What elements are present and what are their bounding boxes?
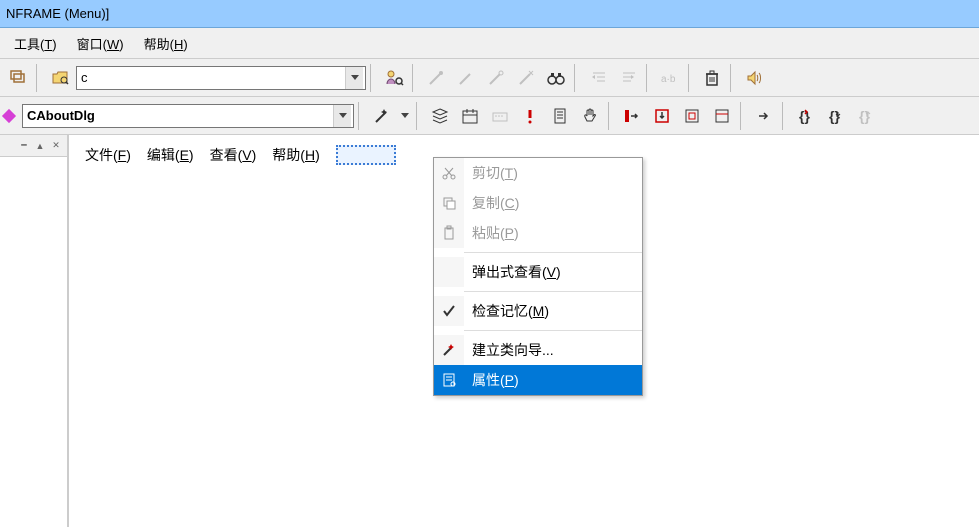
- ab-icon: a·b: [656, 64, 684, 92]
- ctx-copy: 复制(C): [434, 188, 642, 218]
- search-combo[interactable]: [76, 66, 366, 90]
- ctx-popup-view[interactable]: 弹出式查看(V): [434, 257, 642, 287]
- menu-tools[interactable]: 工具(T): [6, 30, 65, 57]
- document-icon[interactable]: [546, 102, 574, 130]
- menu-new-item-placeholder[interactable]: [336, 145, 396, 165]
- design-menu-view[interactable]: 查看(V): [206, 143, 261, 167]
- svg-text:a·b: a·b: [661, 74, 676, 85]
- trash-icon[interactable]: [698, 64, 726, 92]
- side-tab-close-icon[interactable]: ✕: [49, 139, 63, 153]
- ctx-properties[interactable]: 属性(P): [434, 365, 642, 395]
- stack-icon[interactable]: [426, 102, 454, 130]
- keyboard-icon: [486, 102, 514, 130]
- ctx-separator: [464, 291, 642, 292]
- class-combo-arrow-icon[interactable]: [333, 105, 351, 127]
- step-over-icon[interactable]: [618, 102, 646, 130]
- toolbar-primary: a·b: [0, 59, 979, 97]
- ctx-separator: [464, 252, 642, 253]
- hand-icon[interactable]: [576, 102, 604, 130]
- menu-window[interactable]: 窗口(W): [69, 30, 132, 57]
- arrow-right-icon[interactable]: [750, 102, 778, 130]
- scissors-icon: [434, 158, 464, 188]
- workspace: ━ ▲ ✕ 文件(F) 编辑(E) 查看(V) 帮助(H) 剪切(T) 复制(C…: [0, 135, 979, 527]
- magic-wand-icon[interactable]: [368, 102, 396, 130]
- wand2-icon: [452, 64, 480, 92]
- run-to-icon[interactable]: [708, 102, 736, 130]
- search-input[interactable]: [77, 67, 345, 89]
- wizard-icon: [434, 335, 464, 365]
- ctx-cut: 剪切(T): [434, 158, 642, 188]
- binoculars-icon[interactable]: [542, 64, 570, 92]
- checkmark-icon: [434, 296, 464, 326]
- wand-cancel-icon: [512, 64, 540, 92]
- menu-bar: 工具(T) 窗口(W) 帮助(H): [0, 28, 979, 59]
- indent-right-icon: [614, 64, 642, 92]
- braces-down-icon[interactable]: {}: [822, 102, 850, 130]
- wand-icon: [422, 64, 450, 92]
- speaker-icon[interactable]: [740, 64, 768, 92]
- svg-text:{}: {}: [829, 108, 840, 124]
- wand-dropdown-icon[interactable]: [398, 102, 412, 130]
- braces-out-icon: {}: [852, 102, 880, 130]
- design-menu-edit[interactable]: 编辑(E): [143, 143, 198, 167]
- folder-search-icon[interactable]: [46, 64, 74, 92]
- paste-icon: [434, 218, 464, 248]
- class-input[interactable]: [23, 105, 333, 127]
- window-title: NFRAME (Menu)]: [6, 6, 109, 21]
- blank-icon: [434, 257, 464, 287]
- ctx-check-memory[interactable]: 检查记忆(M): [434, 296, 642, 326]
- side-tab-up-icon[interactable]: ▲: [33, 139, 47, 153]
- svg-text:{}: {}: [859, 108, 870, 124]
- design-menu-help[interactable]: 帮助(H): [268, 143, 323, 167]
- copy-icon: [434, 188, 464, 218]
- design-menu-file[interactable]: 文件(F): [81, 143, 135, 167]
- class-combo[interactable]: [22, 104, 354, 128]
- braces-step-icon[interactable]: {}: [792, 102, 820, 130]
- menu-editor[interactable]: 文件(F) 编辑(E) 查看(V) 帮助(H) 剪切(T) 复制(C) 粘贴(P…: [68, 135, 979, 527]
- side-tab-collapse-icon[interactable]: ━: [17, 139, 31, 153]
- menu-help[interactable]: 帮助(H): [136, 30, 196, 57]
- find-people-icon[interactable]: [380, 64, 408, 92]
- indent-left-icon: [584, 64, 612, 92]
- exclamation-icon[interactable]: [516, 102, 544, 130]
- properties-icon: [434, 365, 464, 395]
- toolbar-secondary: {} {} {}: [0, 97, 979, 135]
- side-panel-tabs: ━ ▲ ✕: [0, 135, 67, 157]
- class-diamond-icon: [2, 108, 16, 122]
- calendar-icon[interactable]: [456, 102, 484, 130]
- context-menu: 剪切(T) 复制(C) 粘贴(P) 弹出式查看(V) 检查记忆(M): [433, 157, 643, 396]
- step-out-icon[interactable]: [678, 102, 706, 130]
- side-panel: ━ ▲ ✕: [0, 135, 68, 527]
- step-into-icon[interactable]: [648, 102, 676, 130]
- window-list-icon[interactable]: [4, 64, 32, 92]
- title-bar: NFRAME (Menu)]: [0, 0, 979, 28]
- ctx-paste: 粘贴(P): [434, 218, 642, 248]
- combo-dropdown-icon[interactable]: [345, 67, 363, 89]
- ctx-separator: [464, 330, 642, 331]
- wand3-icon: [482, 64, 510, 92]
- ctx-class-wizard[interactable]: 建立类向导...: [434, 335, 642, 365]
